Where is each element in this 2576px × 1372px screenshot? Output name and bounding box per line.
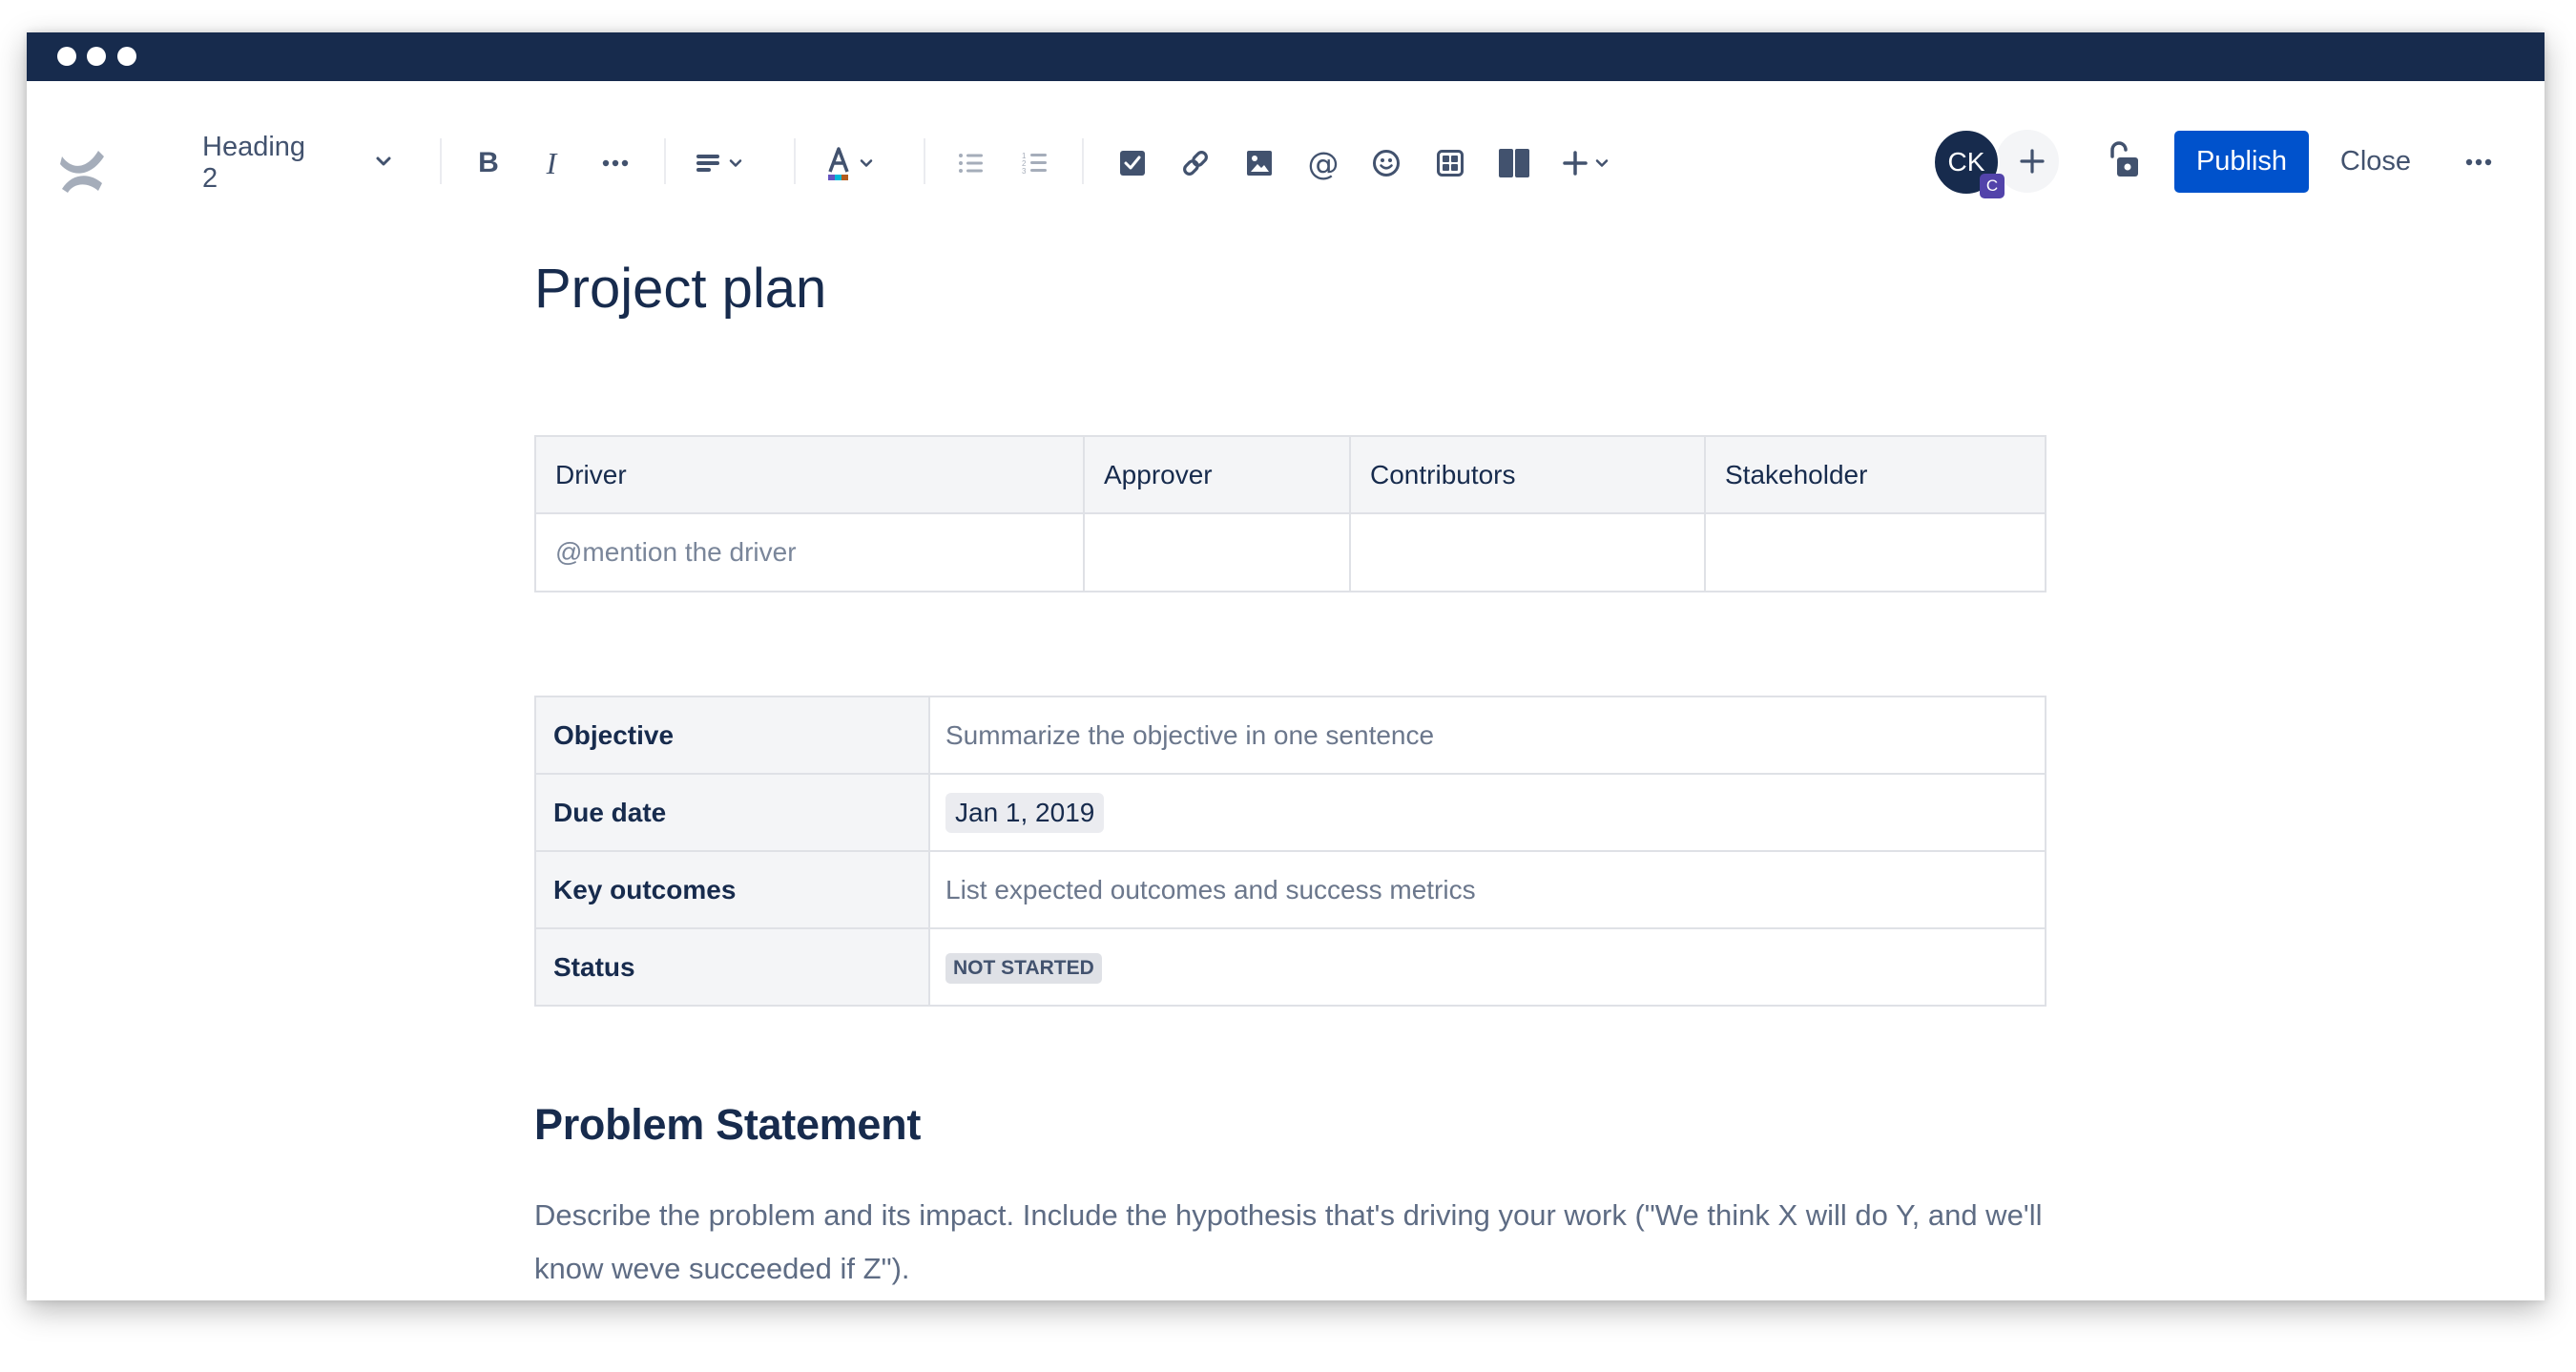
table-row: Key outcomes List expected outcomes and …: [534, 850, 2046, 929]
bullet-list-button[interactable]: [954, 146, 988, 180]
date-chip[interactable]: Jan 1, 2019: [945, 792, 1105, 833]
window-titlebar: [27, 32, 2545, 81]
link-icon: [1183, 151, 1208, 176]
mention-icon: @: [1307, 144, 1340, 182]
checkbox-icon: [1120, 151, 1145, 176]
contributors-cell[interactable]: [1349, 512, 1706, 592]
stakeholder-cell[interactable]: [1704, 512, 2046, 592]
avatar-presence-badge: C: [1980, 174, 2005, 198]
table-button[interactable]: [1433, 146, 1467, 180]
objective-cell[interactable]: Summarize the objective in one sentence: [928, 696, 2046, 775]
due-date-label[interactable]: Due date: [534, 773, 930, 852]
table-row: Status NOT STARTED: [534, 927, 2046, 1007]
approver-cell[interactable]: [1083, 512, 1351, 592]
chevron-down-icon: [1595, 159, 1609, 167]
bullet-list-icon: [959, 154, 983, 173]
emoji-button[interactable]: [1369, 146, 1403, 180]
text-style-dropdown[interactable]: Heading 2: [202, 132, 391, 194]
bold-button[interactable]: B: [471, 146, 506, 180]
window-dot: [57, 47, 76, 66]
status-cell[interactable]: NOT STARTED: [928, 927, 2046, 1007]
text-style-label: Heading 2: [202, 132, 306, 194]
link-button[interactable]: [1178, 146, 1213, 180]
layouts-button[interactable]: [1497, 146, 1531, 180]
toolbar-divider: [664, 138, 666, 184]
columns-icon: [1499, 149, 1529, 177]
image-button[interactable]: [1242, 146, 1277, 180]
toolbar-divider: [1082, 138, 1084, 184]
toolbar-divider: [924, 138, 925, 184]
plus-icon: [1563, 151, 1588, 176]
due-date-cell[interactable]: Jan 1, 2019: [928, 773, 2046, 852]
italic-button[interactable]: I: [534, 146, 569, 180]
chevron-down-icon: [729, 159, 742, 167]
window-dot: [87, 47, 106, 66]
table-header-cell[interactable]: Contributors: [1349, 435, 1706, 514]
insert-dropdown[interactable]: [1562, 146, 1621, 180]
table-icon: [1437, 150, 1464, 177]
chevron-down-icon: [860, 159, 873, 167]
status-label[interactable]: Status: [534, 927, 930, 1007]
bold-icon: B: [478, 147, 499, 178]
chevron-down-icon: [372, 150, 395, 177]
confluence-logo-icon[interactable]: [58, 145, 106, 193]
table-header-cell[interactable]: Approver: [1083, 435, 1351, 514]
more-actions-button[interactable]: [2458, 145, 2500, 179]
key-outcomes-label[interactable]: Key outcomes: [534, 850, 930, 929]
mention-button[interactable]: @: [1306, 144, 1340, 182]
table-header-row: Driver Approver Contributors Stakeholder: [534, 435, 2046, 514]
plus-icon: [2020, 149, 2045, 174]
restrictions-button[interactable]: [2107, 141, 2141, 179]
details-table: Objective Summarize the objective in one…: [534, 696, 2046, 1007]
text-color-icon: [828, 147, 849, 180]
publish-button[interactable]: Publish: [2174, 131, 2309, 193]
avatar-badge-label: C: [1985, 177, 1999, 195]
unlock-icon: [2110, 141, 2138, 177]
table-row: Due date Jan 1, 2019: [534, 773, 2046, 852]
toolbar-divider: [794, 138, 796, 184]
alignment-dropdown[interactable]: [696, 146, 753, 180]
more-formatting-icon: [602, 159, 629, 167]
section-heading[interactable]: Problem Statement: [534, 1099, 921, 1151]
image-icon: [1247, 151, 1272, 176]
status-badge[interactable]: NOT STARTED: [945, 953, 1102, 984]
numbered-list-icon: 123: [1022, 152, 1047, 176]
table-header-cell[interactable]: Stakeholder: [1704, 435, 2046, 514]
editor-window: Heading 2 B I 1 2 3 @ CK C Publish Close…: [27, 32, 2545, 1300]
more-icon: [2465, 158, 2492, 166]
table-row: @mention the driver: [534, 512, 2046, 592]
avatar-initials: CK: [1947, 147, 1985, 177]
key-outcomes-cell[interactable]: List expected outcomes and success metri…: [928, 850, 2046, 929]
emoji-icon: [1373, 150, 1400, 177]
close-button[interactable]: Close: [2328, 131, 2423, 193]
page-title[interactable]: Project plan: [534, 256, 826, 322]
numbered-list-button[interactable]: 123: [1018, 146, 1052, 180]
table-row: Objective Summarize the objective in one…: [534, 696, 2046, 775]
align-left-icon: [696, 155, 719, 172]
svg-text:3: 3: [1022, 167, 1027, 176]
section-paragraph[interactable]: Describe the problem and its impact. Inc…: [534, 1189, 2061, 1296]
text-color-dropdown[interactable]: [824, 146, 883, 180]
driver-cell[interactable]: @mention the driver: [534, 512, 1085, 592]
toolbar-divider: [440, 138, 442, 184]
more-formatting-button[interactable]: [598, 146, 633, 180]
roles-table: Driver Approver Contributors Stakeholder…: [534, 435, 2046, 592]
italic-icon: I: [546, 145, 557, 180]
table-header-cell[interactable]: Driver: [534, 435, 1085, 514]
action-item-button[interactable]: [1115, 146, 1150, 180]
objective-label[interactable]: Objective: [534, 696, 930, 775]
invite-button[interactable]: [1996, 130, 2059, 193]
window-dot: [117, 47, 136, 66]
